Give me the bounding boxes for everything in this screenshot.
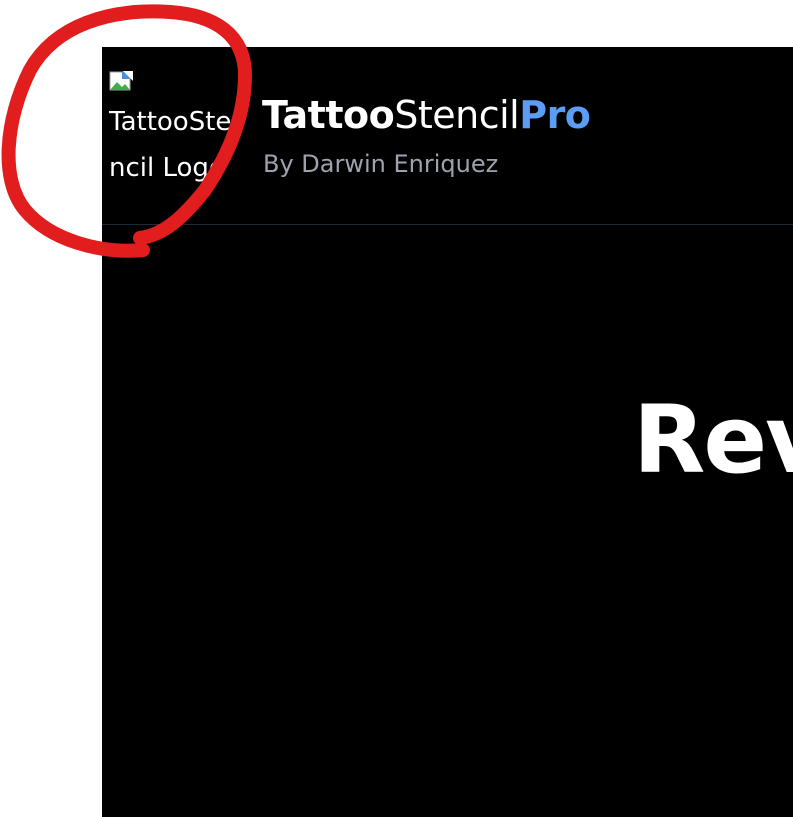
- brand-title[interactable]: TattooStencilPro: [262, 91, 591, 139]
- brand-title-part-tattoo: Tattoo: [262, 93, 395, 137]
- broken-image-icon: [109, 71, 133, 91]
- hero-heading: Rev: [633, 386, 793, 495]
- site-header: TattooStencil Logo TattooStencilPro By D…: [102, 47, 793, 225]
- brand-title-part-pro: Pro: [519, 93, 591, 137]
- brand-title-part-stencil: Stencil: [394, 93, 520, 137]
- logo[interactable]: TattooStencil Logo: [109, 71, 239, 191]
- app-frame: TattooStencil Logo TattooStencilPro By D…: [102, 47, 793, 817]
- brand-subtitle: By Darwin Enriquez: [263, 150, 499, 178]
- logo-alt-text: TattooStencil Logo: [109, 107, 232, 183]
